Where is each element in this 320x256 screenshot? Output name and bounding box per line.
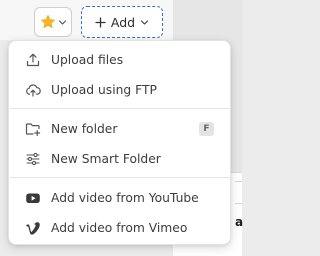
star-icon <box>40 14 56 30</box>
menu-divider <box>10 108 231 109</box>
cloud-upload-icon <box>25 82 41 98</box>
menu-item-label: Add video from Vimeo <box>51 221 188 235</box>
menu-item-new-folder[interactable]: New folder F <box>9 114 230 144</box>
row-divider <box>235 181 242 182</box>
chevron-down-icon <box>140 18 149 27</box>
row-divider <box>235 203 242 204</box>
plus-icon <box>95 16 106 28</box>
folder-plus-icon <box>25 121 41 137</box>
sliders-icon <box>25 151 41 167</box>
upload-icon <box>25 52 41 68</box>
chevron-down-icon <box>58 18 67 27</box>
menu-item-upload-files[interactable]: Upload files <box>9 45 230 75</box>
menu-item-upload-ftp[interactable]: Upload using FTP <box>9 75 230 105</box>
menu-item-add-youtube[interactable]: Add video from YouTube <box>9 183 230 213</box>
shortcut-badge: F <box>199 122 214 136</box>
add-dropdown-menu: Upload files Upload using FTP New folder… <box>8 40 231 245</box>
favorites-button[interactable] <box>34 7 72 37</box>
menu-item-label: Upload files <box>51 53 124 67</box>
menu-item-label: Upload using FTP <box>51 83 157 97</box>
menu-item-label: New folder <box>51 122 118 136</box>
vimeo-icon <box>25 220 41 236</box>
menu-item-label: New Smart Folder <box>51 152 161 166</box>
menu-divider <box>10 177 231 178</box>
menu-item-new-smart-folder[interactable]: New Smart Folder <box>9 144 230 174</box>
menu-item-add-vimeo[interactable]: Add video from Vimeo <box>9 213 230 243</box>
youtube-icon <box>25 190 41 206</box>
partial-row-text: a <box>235 215 244 229</box>
menu-item-label: Add video from YouTube <box>51 191 199 205</box>
add-button-label: Add <box>110 14 136 30</box>
add-button[interactable]: Add <box>81 6 163 38</box>
